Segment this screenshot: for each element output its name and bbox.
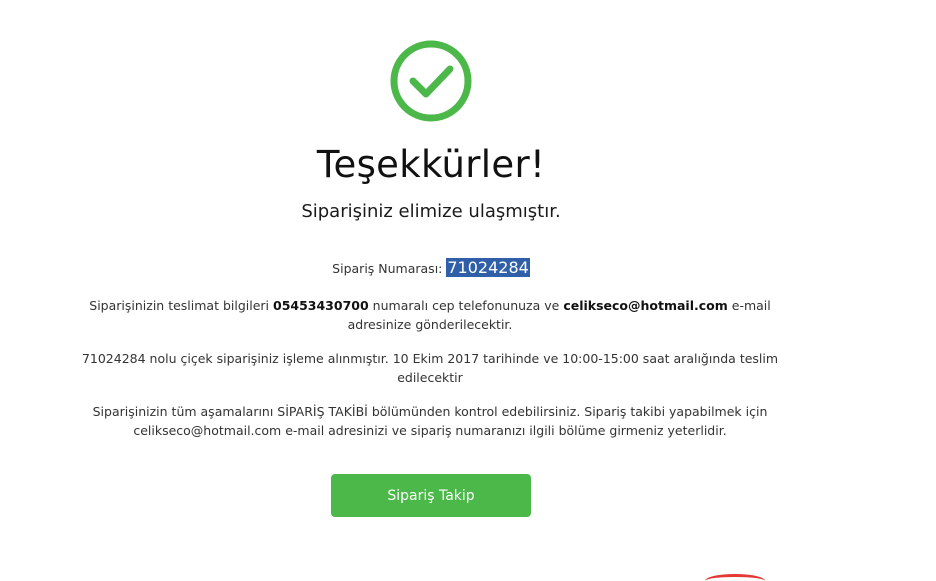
order-number-line: Sipariş Numarası: 71024284 xyxy=(0,258,862,277)
delivery-info-part1: Siparişinizin teslimat bilgileri xyxy=(89,298,270,313)
page-title: Teşekkürler! xyxy=(316,143,546,186)
order-number-value: 71024284 xyxy=(446,258,530,277)
phone-number: 05453430700 xyxy=(273,298,369,313)
check-circle-icon xyxy=(389,39,473,123)
delivery-info-part2: numaralı cep telefonunuza ve xyxy=(372,298,560,313)
order-tracking-button[interactable]: Sipariş Takip xyxy=(331,474,531,517)
delivery-info-text: Siparişinizin teslimat bilgileri 0545343… xyxy=(70,296,790,334)
tracking-info-text: Siparişinizin tüm aşamalarını SİPARİŞ TA… xyxy=(92,404,768,438)
order-number-label: Sipariş Numarası: xyxy=(332,261,443,276)
order-confirmation-page: Teşekkürler! Siparişiniz elimize ulaşmış… xyxy=(0,0,936,581)
email-address: celikseco@hotmail.com xyxy=(563,298,728,313)
processing-info-text: 71024284 nolu çiçek siparişiniz işleme a… xyxy=(81,351,779,385)
partial-red-element xyxy=(705,574,765,581)
page-subtitle: Siparişiniz elimize ulaşmıştır. xyxy=(301,201,561,222)
